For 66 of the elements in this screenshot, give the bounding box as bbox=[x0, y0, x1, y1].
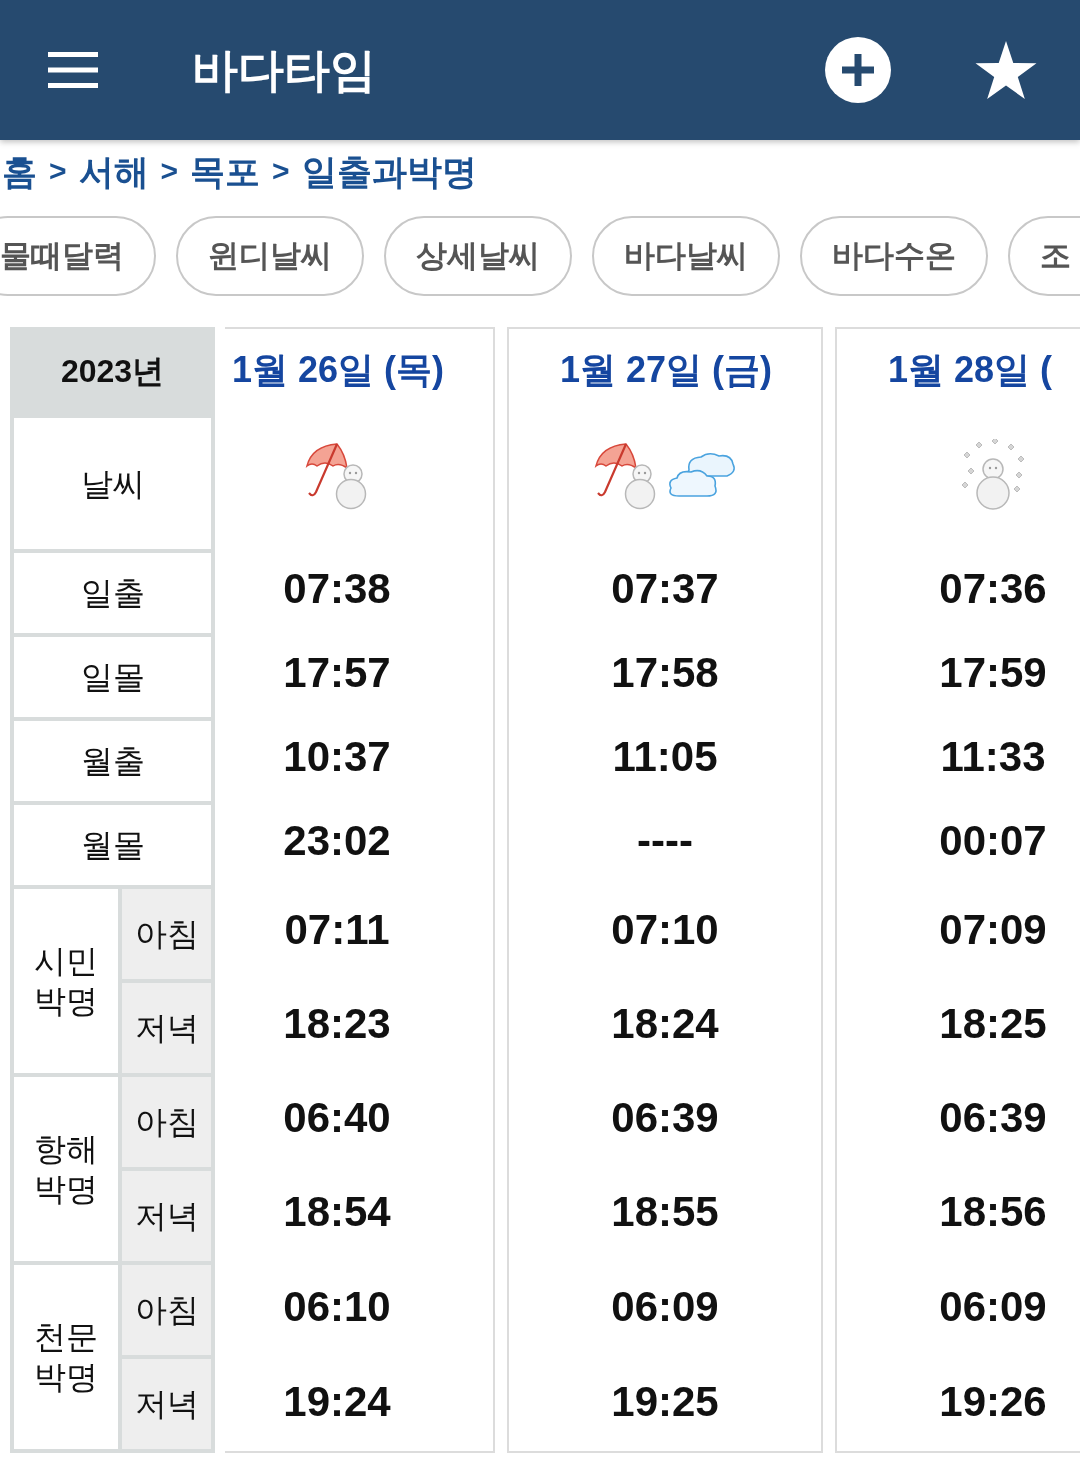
breadcrumb-link[interactable]: 목포 bbox=[190, 153, 261, 189]
time-value: 18:55 bbox=[611, 1191, 719, 1233]
add-icon[interactable] bbox=[825, 37, 891, 103]
time-value: 06:09 bbox=[611, 1285, 719, 1328]
time-value: 07:36 bbox=[939, 568, 1047, 610]
breadcrumb-separator: > bbox=[160, 156, 179, 186]
group-label-cell: 항해 박명 bbox=[14, 1077, 118, 1261]
breadcrumb-link[interactable]: 일출과박명 bbox=[301, 153, 477, 189]
row-label-cell: 날씨 bbox=[14, 418, 211, 549]
period-label-cell: 아침 bbox=[122, 1077, 211, 1167]
time-value: 18:56 bbox=[939, 1191, 1047, 1233]
period-label-cell: 저녁 bbox=[122, 983, 211, 1073]
time-value: 18:24 bbox=[611, 1003, 719, 1045]
time-value: 07:38 bbox=[283, 568, 391, 610]
time-value: 18:54 bbox=[283, 1191, 391, 1233]
breadcrumb-separator: > bbox=[272, 156, 290, 186]
breadcrumb-separator: > bbox=[49, 156, 67, 186]
year-header-cell: 2023년 bbox=[10, 327, 215, 414]
period-label-cell: 저녁 bbox=[122, 1171, 211, 1261]
date-heading: 1월 27일 (금) bbox=[560, 351, 773, 388]
time-value: 06:39 bbox=[611, 1097, 719, 1139]
tab-chip[interactable]: 물때달력 bbox=[0, 216, 156, 296]
star-icon[interactable] bbox=[975, 41, 1037, 99]
time-value: 07:37 bbox=[611, 568, 719, 610]
time-value: ---- bbox=[637, 820, 693, 862]
app-title: 바다타임 bbox=[192, 47, 376, 93]
time-value: 17:59 bbox=[939, 652, 1047, 694]
row-label-cell: 월출 bbox=[14, 721, 211, 801]
tab-chip[interactable]: 조 bbox=[1008, 216, 1080, 296]
group-label-cell: 시민 박명 bbox=[14, 889, 118, 1073]
time-value: 11:33 bbox=[940, 736, 1046, 778]
tab-chip[interactable]: 바다수온 bbox=[800, 216, 988, 296]
time-value: 19:24 bbox=[283, 1380, 391, 1423]
tab-chip[interactable]: 상세날씨 bbox=[384, 216, 572, 296]
time-value: 06:39 bbox=[939, 1097, 1047, 1139]
time-value: 06:09 bbox=[939, 1285, 1047, 1328]
snowman-snowflakes-icon bbox=[961, 438, 1025, 511]
time-value: 07:10 bbox=[611, 909, 719, 951]
time-value: 17:57 bbox=[283, 652, 391, 694]
row-label-cell: 일출 bbox=[14, 553, 211, 633]
time-value: 17:58 bbox=[611, 652, 719, 694]
date-heading: 1월 26일 (목) bbox=[232, 351, 445, 388]
period-label-cell: 아침 bbox=[122, 1265, 211, 1355]
tab-chip[interactable]: 바다날씨 bbox=[592, 216, 780, 296]
time-value: 23:02 bbox=[283, 820, 391, 862]
date-heading: 1월 28일 ( bbox=[888, 351, 1053, 388]
time-value: 00:07 bbox=[939, 820, 1047, 862]
time-value: 11:05 bbox=[612, 736, 718, 778]
breadcrumb-link[interactable]: 서해 bbox=[78, 153, 149, 189]
group-label-cell: 천문 박명 bbox=[14, 1265, 118, 1449]
time-value: 06:40 bbox=[283, 1097, 391, 1139]
time-value: 06:10 bbox=[283, 1285, 391, 1328]
time-value: 18:25 bbox=[939, 1003, 1047, 1045]
time-value: 07:11 bbox=[284, 909, 390, 951]
row-label-cell: 월몰 bbox=[14, 805, 211, 885]
breadcrumb-link[interactable]: 홈 bbox=[2, 153, 37, 189]
tab-chip[interactable]: 윈디날씨 bbox=[176, 216, 364, 296]
time-value: 19:25 bbox=[611, 1380, 719, 1423]
time-value: 18:23 bbox=[283, 1003, 391, 1045]
row-label-cell: 일몰 bbox=[14, 637, 211, 717]
menu-icon[interactable] bbox=[48, 52, 98, 88]
period-label-cell: 저녁 bbox=[122, 1359, 211, 1449]
time-value: 07:09 bbox=[939, 909, 1047, 951]
period-label-cell: 아침 bbox=[122, 889, 211, 979]
time-value: 19:26 bbox=[939, 1380, 1047, 1423]
time-value: 10:37 bbox=[283, 736, 391, 778]
